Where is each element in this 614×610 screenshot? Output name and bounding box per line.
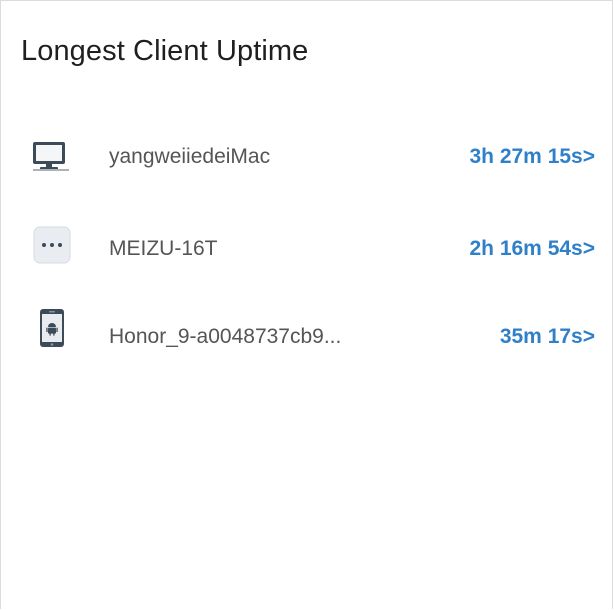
client-name: Honor_9-a0048737cb9... [109,325,342,348]
client-uptime-link[interactable]: 2h 16m 54s> [469,221,595,277]
more-dots-icon [33,221,89,277]
client-row[interactable]: yangweiiedeiMac 3h 27m 15s> [1,129,613,185]
client-row[interactable]: MEIZU-16T 2h 16m 54s> [1,221,613,277]
monitor-icon [29,129,89,185]
client-uptime-link[interactable]: 35m 17s> [500,309,595,365]
client-name: yangweiiedeiMac [109,145,271,168]
longest-client-uptime-panel: Longest Client Uptime yangweiiedeiMac 3h… [0,0,613,609]
client-uptime-link[interactable]: 3h 27m 15s> [469,129,595,185]
client-row[interactable]: Honor_9-a0048737cb9... 35m 17s> [1,309,613,365]
android-phone-icon [33,309,89,365]
panel-title: Longest Client Uptime [21,35,309,67]
client-name: MEIZU-16T [109,237,218,260]
